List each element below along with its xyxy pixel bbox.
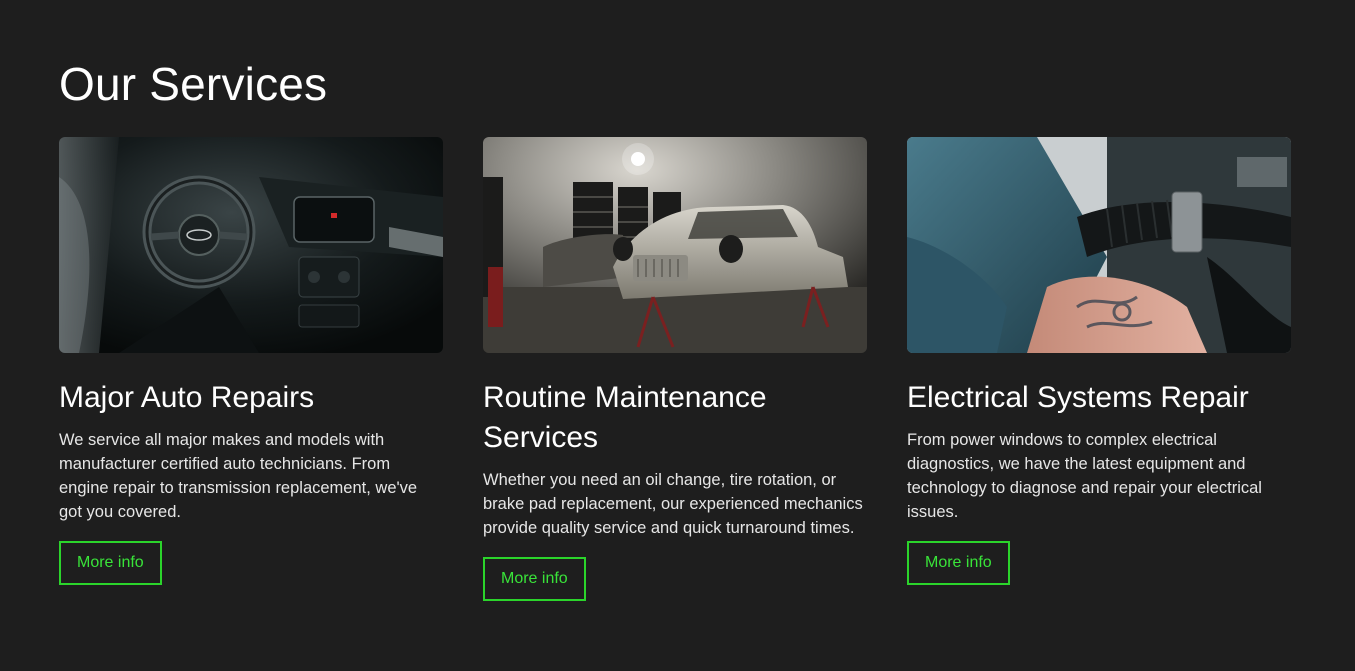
service-card-major-auto-repairs: Major Auto Repairs We service all major … xyxy=(59,137,443,601)
service-image-car-interior xyxy=(59,137,443,353)
service-image-vintage-car-garage xyxy=(483,137,867,353)
service-description: We service all major makes and models wi… xyxy=(59,431,418,521)
more-info-button[interactable]: More info xyxy=(59,541,162,585)
service-title: Electrical Systems Repair xyxy=(907,381,1249,414)
more-info-button[interactable]: More info xyxy=(907,541,1010,585)
service-description: From power windows to complex electrical… xyxy=(907,431,1262,521)
services-section: Our Services Major Auto Repairs We servi… xyxy=(0,0,1355,671)
service-description: Whether you need an oil change, tire rot… xyxy=(483,471,863,537)
service-card-routine-maintenance: Routine Maintenance Services Whether you… xyxy=(483,137,867,601)
section-title: Our Services xyxy=(59,58,328,110)
services-cards: Major Auto Repairs We service all major … xyxy=(59,137,1291,601)
more-info-button[interactable]: More info xyxy=(483,557,586,601)
service-title: Major Auto Repairs xyxy=(59,381,315,414)
service-title: Routine Maintenance Services xyxy=(483,381,767,454)
service-card-electrical-systems: Electrical Systems Repair From power win… xyxy=(907,137,1291,601)
service-image-mechanic-engine xyxy=(907,137,1291,353)
